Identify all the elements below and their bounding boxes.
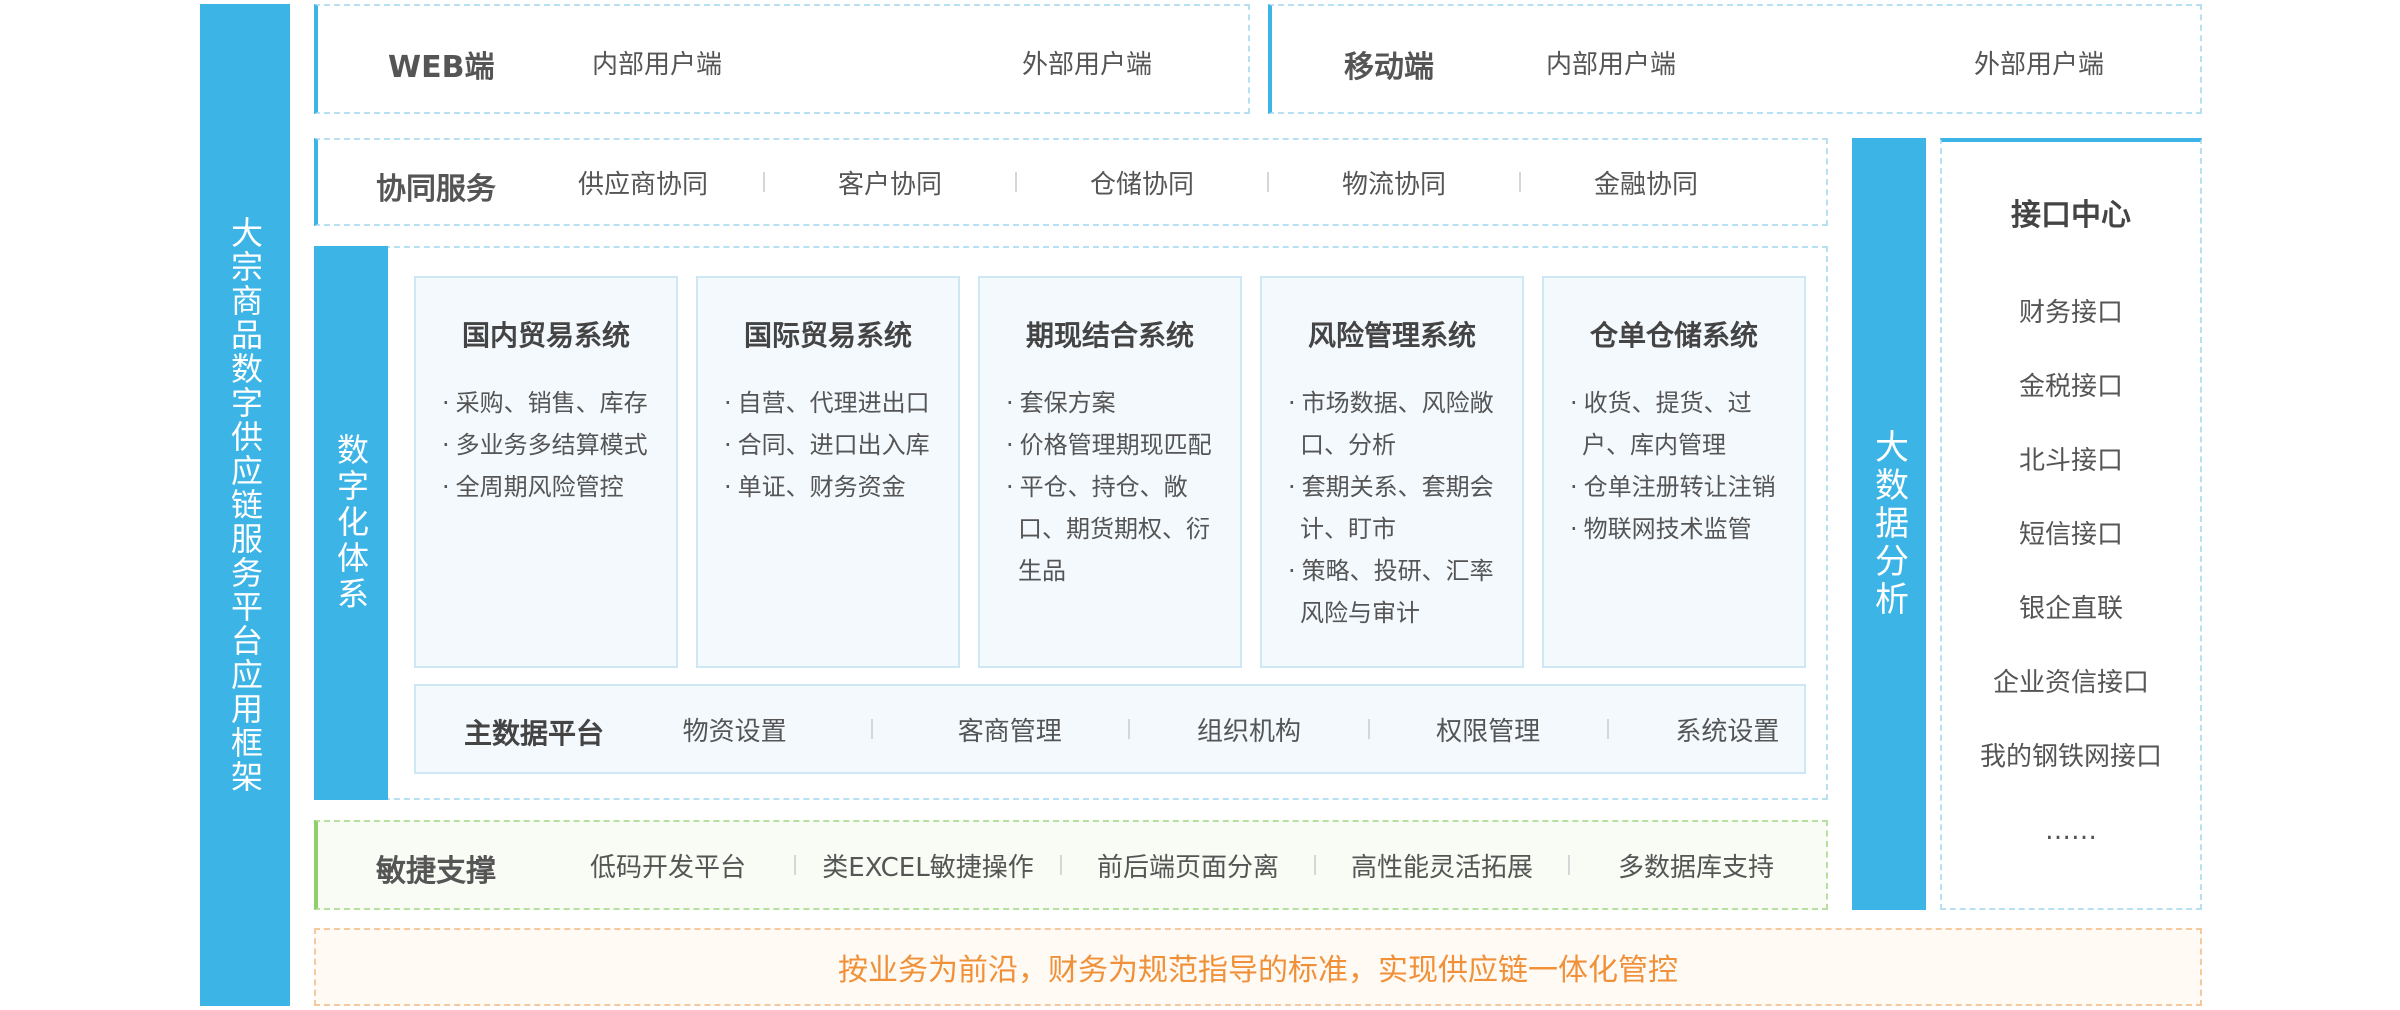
web-external-client: 外部用户端: [1022, 50, 1153, 80]
master-data-title: 主数据平台: [464, 717, 605, 750]
master-item-merchants: 客商管理: [957, 716, 1062, 747]
system-title: 仓单仓储系统: [1589, 319, 1758, 352]
divider: [1267, 172, 1269, 192]
system-card-futures-spot: 期现结合系统 · 套保方案 · 价格管理期现匹配 · 平仓、持仓、敞口、期货期权、衍生…: [978, 276, 1242, 668]
interface-item-golden-tax: 金税接口: [2018, 372, 2123, 402]
system-feature: · 物联网技术监管: [1570, 515, 1752, 543]
digital-title-bar: 数字化体系: [314, 246, 388, 800]
interface-item-bank-direct: 银企直联: [2018, 594, 2123, 624]
system-feature: · 全周期风险管控: [442, 473, 624, 501]
system-feature: · 采购、销售、库存: [442, 389, 648, 417]
divider: [1060, 855, 1062, 875]
system-card-risk-management: 风险管理系统 · 市场数据、风险敞口、分析 · 套期关系、套期会计、盯市 · 策略、投…: [1260, 276, 1524, 668]
divider: [1606, 719, 1609, 739]
mobile-title: 移动端: [1344, 50, 1434, 85]
collab-item-warehouse: 仓储协同: [1089, 169, 1194, 200]
interface-center-title: 接口中心: [2011, 198, 2131, 233]
web-internal-client: 内部用户端: [592, 50, 723, 80]
system-feature: · 仓单注册转让注销: [1570, 473, 1776, 501]
agile-items: 低码开发平台 类EXCEL敏捷操作 前后端页面分离 高性能灵活拓展 多数据库支持: [568, 822, 1818, 908]
collab-item-supplier: 供应商协同: [577, 169, 708, 200]
agile-item-multi-db: 多数据库支持: [1617, 852, 1774, 883]
agile-title: 敏捷支撑: [376, 854, 496, 889]
master-item-system-settings: 系统设置: [1675, 716, 1780, 747]
agile-item-performance: 高性能灵活拓展: [1350, 852, 1533, 883]
system-title: 国内贸易系统: [461, 319, 630, 352]
interface-item-beidou: 北斗接口: [2018, 446, 2123, 476]
system-feature: · 自营、代理进出口: [724, 389, 930, 417]
divider: [1128, 719, 1131, 739]
interface-center-panel: 接口中心 财务接口 金税接口 北斗接口 短信接口 银企直联 企业资信接口 我的钢…: [1940, 138, 2202, 910]
interface-item-credit: 企业资信接口: [1992, 668, 2149, 698]
digital-title: 数字化体系: [332, 433, 370, 613]
divider: [1367, 719, 1370, 739]
mobile-panel: 移动端 内部用户端 外部用户端: [1268, 4, 2202, 114]
system-feature: · 套期关系、套期会计、盯市: [1288, 473, 1494, 543]
system-feature: · 单证、财务资金: [724, 473, 906, 501]
slogan-text: 按业务为前沿，财务为规范指导的标准，实现供应链一体化管控: [838, 953, 1678, 988]
collab-items: 供应商协同 客户协同 仓储协同 物流协同 金融协同: [558, 140, 1818, 224]
agile-item-frontend-backend: 前后端页面分离: [1096, 852, 1279, 883]
divider: [1519, 172, 1521, 192]
divider: [794, 855, 796, 875]
interface-item-finance: 财务接口: [2018, 298, 2123, 328]
system-feature: · 多业务多结算模式: [442, 431, 648, 459]
system-feature: · 合同、进口出入库: [724, 431, 930, 459]
divider: [763, 172, 765, 192]
digital-panel: 数字化体系 国内贸易系统 · 采购、销售、库存 · 多业务多结算模式 · 全周期风险管…: [314, 246, 1828, 800]
collab-panel: 协同服务 供应商协同 客户协同 仓储协同 物流协同 金融协同: [314, 138, 1828, 226]
master-data-panel: 主数据平台 物资设置 客商管理 组织机构 权限管理 系统设置: [414, 684, 1806, 774]
system-title: 国际贸易系统: [743, 319, 912, 352]
agile-item-low-code: 低码开发平台: [589, 852, 746, 883]
system-feature: · 价格管理期现匹配: [1006, 431, 1212, 459]
system-card-warehouse-receipt: 仓单仓储系统 · 收货、提货、过户、库内管理 · 仓单注册转让注销 · 物联网技术监管: [1542, 276, 1806, 668]
mobile-internal-client: 内部用户端: [1546, 50, 1677, 80]
master-data-items: 物资设置 客商管理 组织机构 权限管理 系统设置: [666, 686, 1796, 772]
interface-item-sms: 短信接口: [2018, 520, 2123, 550]
divider: [871, 719, 874, 739]
platform-title-bar: 大宗商品数字供应链服务平台应用框架: [200, 4, 290, 1006]
interface-item-mysteel: 我的钢铁网接口: [1979, 742, 2162, 772]
master-item-materials: 物资设置: [682, 716, 787, 747]
bigdata-title: 大数据分析: [1868, 429, 1909, 619]
system-feature: · 套保方案: [1006, 389, 1116, 417]
divider: [1314, 855, 1316, 875]
master-item-permissions: 权限管理: [1436, 716, 1541, 747]
system-feature: · 收货、提货、过户、库内管理: [1570, 389, 1752, 459]
interface-list: 财务接口 金税接口 北斗接口 短信接口 银企直联 企业资信接口 我的钢铁网接口 …: [1942, 276, 2200, 868]
system-feature: · 策略、投研、汇率风险与审计: [1288, 557, 1494, 627]
collab-item-logistics: 物流协同: [1341, 169, 1446, 200]
collab-item-finance: 金融协同: [1593, 169, 1698, 200]
platform-title: 大宗商品数字供应链服务平台应用框架: [226, 216, 264, 794]
mobile-external-client: 外部用户端: [1974, 50, 2105, 80]
interface-item-more: ……: [2045, 816, 2097, 846]
agile-item-excel: 类EXCEL敏捷操作: [822, 852, 1034, 883]
bigdata-bar: 大数据分析: [1852, 138, 1926, 910]
system-feature: · 市场数据、风险敞口、分析: [1288, 389, 1494, 459]
system-feature: · 平仓、持仓、敞口、期货期权、衍生品: [1006, 473, 1210, 585]
divider: [1568, 855, 1570, 875]
master-item-organization: 组织机构: [1196, 716, 1301, 747]
web-panel: WEB端 内部用户端 外部用户端: [314, 4, 1250, 114]
agile-panel: 敏捷支撑 低码开发平台 类EXCEL敏捷操作 前后端页面分离 高性能灵活拓展 多…: [314, 820, 1828, 910]
system-title: 期现结合系统: [1025, 319, 1194, 352]
system-card-international-trade: 国际贸易系统 · 自营、代理进出口 · 合同、进口出入库 · 单证、财务资金: [696, 276, 960, 668]
divider: [1015, 172, 1017, 192]
collab-item-customer: 客户协同: [837, 169, 942, 200]
system-title: 风险管理系统: [1307, 319, 1476, 352]
collab-title: 协同服务: [376, 172, 496, 207]
system-card-domestic-trade: 国内贸易系统 · 采购、销售、库存 · 多业务多结算模式 · 全周期风险管控: [414, 276, 678, 668]
web-title: WEB端: [388, 50, 495, 85]
slogan-panel: 按业务为前沿，财务为规范指导的标准，实现供应链一体化管控: [314, 928, 2202, 1006]
